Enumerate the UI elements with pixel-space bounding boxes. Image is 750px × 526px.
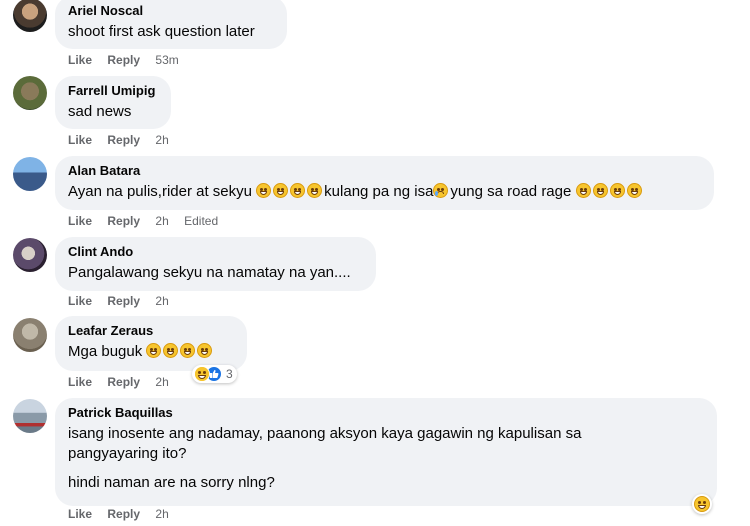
reply-button[interactable]: Reply	[107, 294, 140, 308]
grinning-squinting-face-icon	[163, 343, 179, 358]
comment-text: isang inosente ang nadamay, paanong aksy…	[68, 424, 704, 493]
comment-text: sad news	[68, 103, 132, 120]
grinning-squinting-face-icon	[609, 183, 625, 198]
comment-timestamp[interactable]: 2h	[155, 375, 168, 389]
grinning-squinting-face-icon	[307, 183, 323, 198]
comment-timestamp[interactable]: 53m	[155, 53, 178, 67]
comment-bubble: Clint Ando Pangalawang sekyu na namatay …	[55, 237, 376, 291]
comment-text-line: hindi naman are na sorry nlng?	[68, 474, 275, 491]
crying-face-icon	[433, 183, 449, 198]
comment-timestamp[interactable]: 2h	[155, 294, 168, 308]
comment-text: shoot first ask question later	[68, 23, 255, 40]
avatar[interactable]	[13, 157, 47, 191]
avatar[interactable]	[13, 238, 47, 272]
reaction-summary[interactable]: 3	[192, 365, 237, 383]
comment-text-part: Ayan na pulis,rider at sekyu	[68, 183, 257, 200]
comment-text: Mga buguk	[68, 342, 234, 362]
comment-text-part: kulang pa ng isa	[324, 183, 434, 200]
grinning-squinting-face-icon	[146, 343, 162, 358]
comment-timestamp[interactable]: 2h	[155, 507, 168, 521]
like-button[interactable]: Like	[68, 214, 92, 228]
reply-button[interactable]: Reply	[107, 375, 140, 389]
grinning-squinting-face-icon	[290, 183, 306, 198]
haha-reaction-icon	[694, 496, 710, 512]
comment-timestamp[interactable]: 2h	[155, 133, 168, 147]
avatar[interactable]	[13, 0, 47, 32]
grinning-squinting-face-icon	[575, 183, 591, 198]
comment-author[interactable]: Patrick Baquillas	[68, 405, 704, 421]
like-button[interactable]: Like	[68, 53, 92, 67]
reaction-summary[interactable]	[692, 494, 712, 514]
comment-text: Ayan na pulis,rider at sekyu kulang pa n…	[68, 182, 701, 202]
comment-author[interactable]: Ariel Noscal	[68, 3, 274, 19]
avatar[interactable]	[13, 399, 47, 433]
reply-button[interactable]: Reply	[107, 133, 140, 147]
comment-actions: Like Reply 2h	[68, 375, 181, 389]
grinning-squinting-face-icon	[626, 183, 642, 198]
grinning-squinting-face-icon	[180, 343, 196, 358]
grinning-squinting-face-icon	[273, 183, 289, 198]
comment-author[interactable]: Alan Batara	[68, 163, 701, 179]
grinning-squinting-face-icon	[256, 183, 272, 198]
grinning-squinting-face-icon	[197, 343, 213, 358]
avatar[interactable]	[13, 318, 47, 352]
grinning-squinting-face-icon	[592, 183, 608, 198]
comment-bubble: Patrick Baquillas isang inosente ang nad…	[55, 398, 717, 506]
edited-label[interactable]: Edited	[184, 214, 218, 228]
comment-text-line: isang inosente ang nadamay, paanong aksy…	[68, 425, 582, 442]
haha-reaction-icon	[194, 366, 210, 382]
comment-actions: Like Reply 2h	[68, 507, 181, 521]
comment-actions: Like Reply 2h	[68, 294, 181, 308]
like-button[interactable]: Like	[68, 294, 92, 308]
comment-text: Pangalawang sekyu na namatay na yan....	[68, 264, 351, 281]
comment-bubble: Farrell Umipig sad news	[55, 76, 171, 129]
like-button[interactable]: Like	[68, 507, 92, 521]
comment-feed: Ariel Noscal shoot first ask question la…	[0, 0, 750, 526]
comment-text-part: yung sa road rage	[450, 183, 576, 200]
reaction-count: 3	[226, 367, 233, 381]
comment-timestamp[interactable]: 2h	[155, 214, 168, 228]
like-button[interactable]: Like	[68, 375, 92, 389]
comment-author[interactable]: Clint Ando	[68, 244, 363, 260]
comment-bubble: Alan Batara Ayan na pulis,rider at sekyu…	[55, 156, 714, 210]
reply-button[interactable]: Reply	[107, 53, 140, 67]
comment-bubble: Leafar Zeraus Mga buguk	[55, 316, 247, 371]
comment-author[interactable]: Farrell Umipig	[68, 83, 158, 99]
comment-actions: Like Reply 2h	[68, 133, 181, 147]
reply-button[interactable]: Reply	[107, 214, 140, 228]
comment-actions: Like Reply 2h Edited	[68, 214, 230, 228]
avatar[interactable]	[13, 76, 47, 110]
comment-author[interactable]: Leafar Zeraus	[68, 323, 234, 339]
reply-button[interactable]: Reply	[107, 507, 140, 521]
comment-text-part: Mga buguk	[68, 343, 147, 360]
comment-text-line: pangyayaring ito?	[68, 445, 187, 462]
comment-actions: Like Reply 53m	[68, 53, 191, 67]
comment-bubble: Ariel Noscal shoot first ask question la…	[55, 0, 287, 49]
like-button[interactable]: Like	[68, 133, 92, 147]
